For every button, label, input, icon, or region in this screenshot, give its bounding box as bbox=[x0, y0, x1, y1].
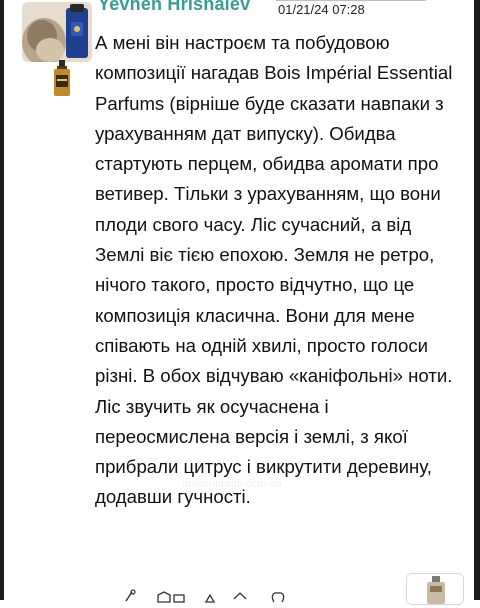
comment-text: А мені він настроєм та побудовою компози… bbox=[95, 32, 453, 508]
author-name[interactable]: Yevhen Hrishaiev bbox=[98, 0, 250, 15]
attached-bottle-image[interactable] bbox=[406, 573, 464, 605]
screen-frame-right bbox=[474, 0, 480, 600]
reaction-icons[interactable] bbox=[122, 589, 302, 603]
perfume-bottle-icon bbox=[52, 60, 72, 98]
comment-timestamp: 01/21/24 07:28 bbox=[278, 2, 365, 17]
user-avatar[interactable] bbox=[22, 2, 92, 62]
screen-frame-left bbox=[0, 0, 4, 600]
comment-card: Yevhen Hrishaiev 01/21/24 07:28 А мені в… bbox=[14, 0, 466, 605]
avatar-icon bbox=[22, 2, 92, 62]
header-divider bbox=[276, 0, 426, 1]
watermark: makeupprofi.com.ua bbox=[182, 478, 282, 490]
